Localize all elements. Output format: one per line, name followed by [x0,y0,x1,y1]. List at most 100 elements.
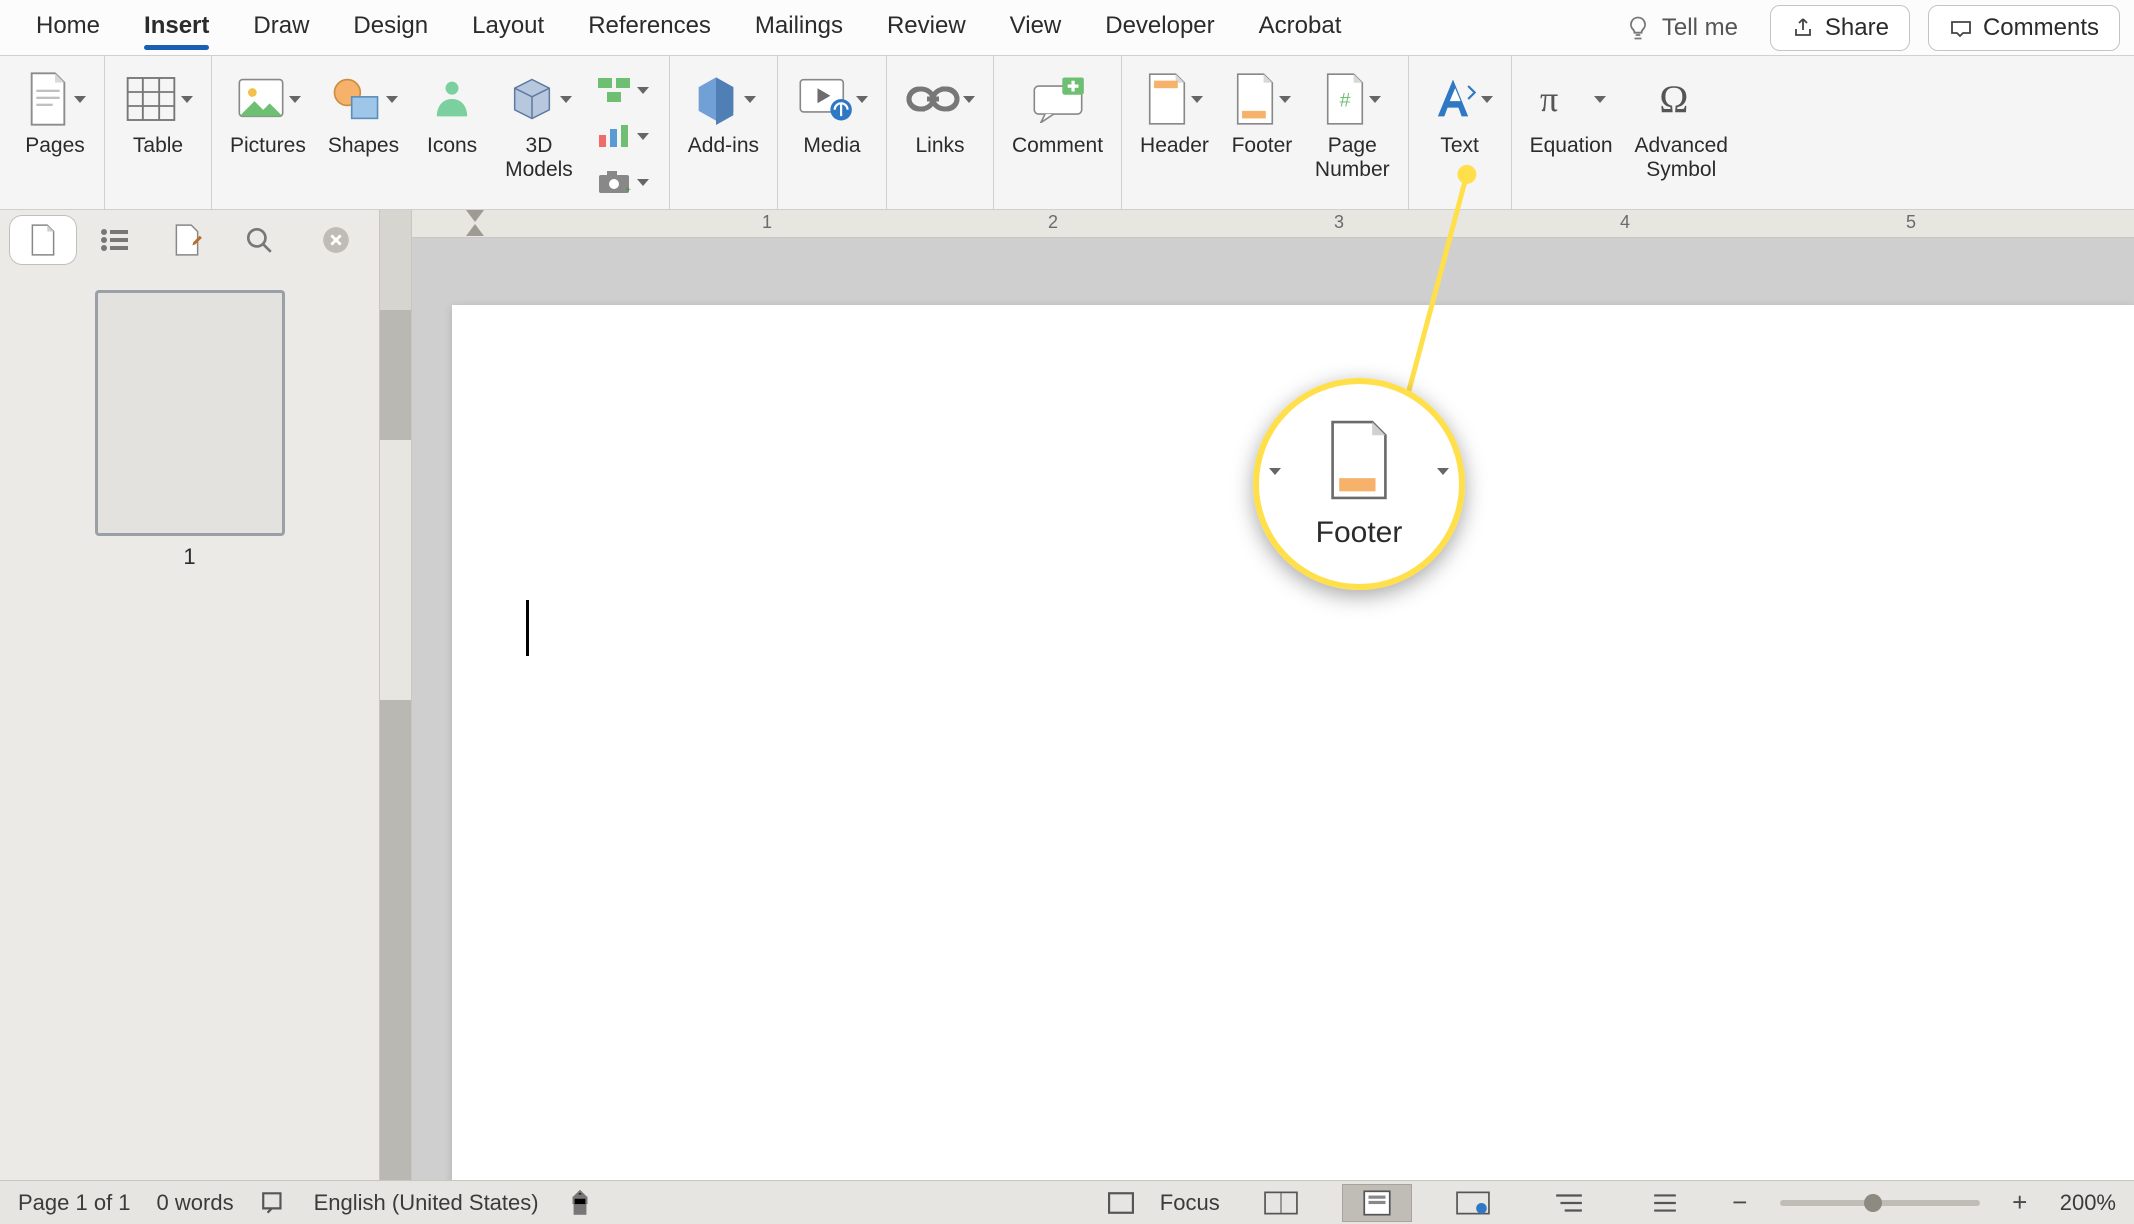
chevron-down-icon [1369,96,1381,103]
share-button[interactable]: Share [1770,5,1910,51]
chevron-down-icon [74,96,86,103]
tab-view[interactable]: View [988,0,1084,56]
ruler-tick: 2 [1048,212,1058,233]
smartart-button[interactable] [591,70,655,110]
hanging-indent-marker[interactable] [466,224,484,238]
search-icon [244,225,274,255]
group-addins: Add-ins [670,56,778,209]
cube-icon [506,73,558,125]
ruler-tick: 3 [1334,212,1344,233]
media-button[interactable]: Media [792,64,872,164]
tab-insert[interactable]: Insert [122,0,231,56]
view-outline-button[interactable] [1534,1184,1604,1222]
print-layout-icon [1360,1190,1394,1216]
outline-view-icon [1554,1192,1584,1214]
document-area[interactable]: 1 2 3 4 5 [412,210,2134,1180]
read-mode-icon [1264,1191,1298,1215]
horizontal-ruler[interactable]: 1 2 3 4 5 [412,210,2134,238]
view-draft-button[interactable] [1630,1184,1700,1222]
group-media: Media [778,56,887,209]
page-thumbnail[interactable] [95,290,285,536]
chart-button[interactable] [591,116,655,156]
new-comment-icon [1030,75,1086,123]
svg-text:+: + [625,185,631,195]
tab-home[interactable]: Home [14,0,122,56]
tab-layout[interactable]: Layout [450,0,566,56]
page-number-button[interactable]: # Page Number [1311,64,1394,188]
share-icon [1791,16,1815,40]
chevron-down-icon [637,179,649,186]
screenshot-button[interactable]: + [591,162,655,202]
zoom-out-button[interactable]: − [1726,1187,1754,1218]
advanced-symbol-label: Advanced Symbol [1635,134,1728,182]
table-button[interactable]: Table [119,64,197,164]
icons-icon [426,73,478,125]
tab-design[interactable]: Design [331,0,450,56]
status-focus-label[interactable]: Focus [1160,1190,1220,1216]
tab-references[interactable]: References [566,0,733,56]
ruler-tick: 5 [1906,212,1916,233]
zoom-slider[interactable] [1780,1200,1980,1206]
link-icon [905,77,961,121]
shapes-button[interactable]: Shapes [324,64,403,164]
comment-button[interactable]: Comment [1008,64,1107,164]
view-web-button[interactable] [1438,1184,1508,1222]
nav-find-button[interactable] [226,216,292,264]
text-button[interactable]: Text [1423,64,1497,164]
tab-mailings[interactable]: Mailings [733,0,865,56]
3d-models-button[interactable]: 3D Models [501,64,577,188]
pictures-label: Pictures [230,134,306,158]
accessibility-icon[interactable] [565,1189,595,1217]
nav-toolbar [0,210,379,270]
icons-label: Icons [427,134,477,158]
equation-button[interactable]: π Equation [1526,64,1617,164]
table-icon [123,71,179,127]
omega-icon: Ω [1655,75,1707,123]
zoom-in-button[interactable]: + [2006,1187,2034,1218]
links-button[interactable]: Links [901,64,979,164]
callout-label: Footer [1316,516,1403,550]
addins-button[interactable]: Add-ins [684,64,763,164]
status-page[interactable]: Page 1 of 1 [18,1190,131,1216]
focus-mode-icon[interactable] [1108,1192,1134,1214]
footer-button[interactable]: Footer [1227,64,1297,164]
nav-thumbnails-button[interactable] [10,216,76,264]
icons-button[interactable]: Icons [417,64,487,164]
status-bar: Page 1 of 1 0 words English (United Stat… [0,1180,2134,1224]
tell-me-search[interactable]: Tell me [1610,8,1752,48]
tab-developer[interactable]: Developer [1083,0,1236,56]
picture-icon [235,73,287,125]
share-label: Share [1825,14,1889,42]
svg-text:#: # [1340,90,1351,112]
spellcheck-icon[interactable] [260,1190,288,1216]
chevron-down-icon [744,96,756,103]
nav-close-button[interactable] [303,216,369,264]
group-links: Links [887,56,994,209]
thumbnail-list[interactable]: 1 [0,270,379,1180]
list-icon [100,227,130,253]
tab-acrobat[interactable]: Acrobat [1237,0,1364,56]
header-button[interactable]: Header [1136,64,1213,164]
web-layout-icon [1456,1191,1490,1215]
zoom-level[interactable]: 200% [2060,1190,2116,1216]
group-illustrations: Pictures Shapes Icons [212,56,670,209]
nav-review-button[interactable] [154,216,220,264]
tell-me-label: Tell me [1662,14,1738,42]
pages-button[interactable]: Pages [20,64,90,164]
advanced-symbol-button[interactable]: Ω Advanced Symbol [1631,64,1732,188]
vertical-ruler[interactable] [380,210,412,1180]
workspace: 1 1 2 3 4 5 [0,210,2134,1180]
pictures-button[interactable]: Pictures [226,64,310,164]
chevron-down-icon [289,96,301,103]
tab-review[interactable]: Review [865,0,988,56]
view-read-button[interactable] [1246,1184,1316,1222]
status-word-count[interactable]: 0 words [157,1190,234,1216]
group-pages: Pages [6,56,105,209]
nav-outline-button[interactable] [82,216,148,264]
comments-button[interactable]: Comments [1928,5,2120,51]
ribbon-insert: Pages Table Pictu [0,56,2134,210]
view-print-button[interactable] [1342,1184,1412,1222]
tab-draw[interactable]: Draw [231,0,331,56]
zoom-slider-knob[interactable] [1864,1194,1882,1212]
status-language[interactable]: English (United States) [314,1190,539,1216]
